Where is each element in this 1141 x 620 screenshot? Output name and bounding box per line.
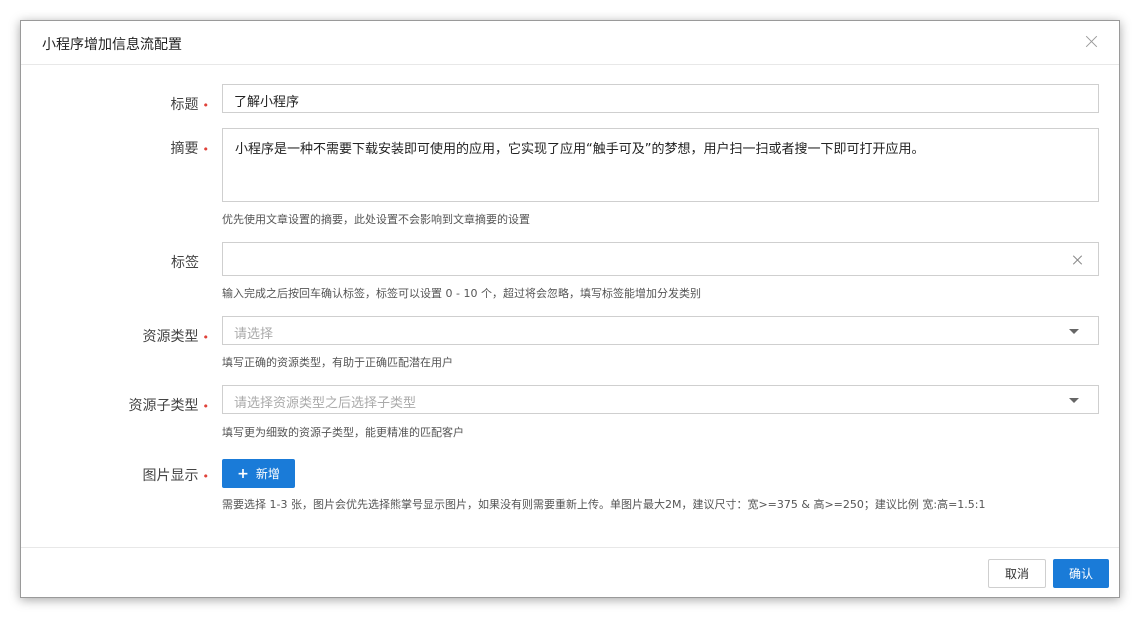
required-mark: •: [202, 98, 210, 112]
resource-subtype-hint: 填写更为细致的资源子类型，能更精准的匹配客户: [222, 426, 464, 439]
cancel-button[interactable]: 取消: [988, 559, 1046, 588]
caret-down-icon: [1069, 398, 1079, 403]
config-dialog: 小程序增加信息流配置 标题 • 了解小程序 摘要 • 小程序是一种不需要下载安装即可…: [20, 20, 1120, 598]
resource-type-select[interactable]: 请选择: [222, 316, 1099, 345]
required-mark: •: [202, 142, 210, 156]
dialog-title: 小程序增加信息流配置: [42, 37, 182, 53]
tags-input[interactable]: [222, 242, 1099, 276]
tags-label-row: 标签: [171, 252, 209, 272]
clear-icon[interactable]: [1072, 254, 1084, 266]
tags-label: 标签: [171, 255, 199, 271]
resource-subtype-label: 资源子类型: [128, 398, 199, 414]
resource-type-label-row: 资源类型 •: [143, 326, 210, 346]
title-input[interactable]: 了解小程序: [222, 84, 1099, 113]
summary-label: 摘要: [170, 141, 199, 157]
title-label-row: 标题 •: [171, 94, 210, 114]
caret-down-icon: [1069, 329, 1079, 334]
image-label-row: 图片显示 •: [143, 465, 210, 485]
resource-subtype-label-row: 资源子类型 •: [129, 395, 210, 415]
resource-subtype-select[interactable]: 请选择资源类型之后选择子类型: [222, 385, 1099, 414]
resource-subtype-placeholder: 请选择资源类型之后选择子类型: [234, 396, 417, 411]
summary-hint: 优先使用文章设置的摘要，此处设置不会影响到文章摘要的设置: [222, 213, 530, 226]
add-image-label: 新增: [255, 467, 280, 481]
required-mark: •: [202, 330, 210, 344]
required-mark: •: [202, 399, 210, 413]
required-mark: •: [202, 469, 210, 483]
image-hint: 需要选择 1-3 张，图片会优先选择熊掌号显示图片，如果没有则需要重新上传。单图…: [222, 498, 986, 511]
resource-type-label: 资源类型: [142, 329, 199, 345]
close-icon[interactable]: [1083, 33, 1101, 51]
summary-textarea-value: 小程序是一种不需要下载安装即可使用的应用，它实现了应用“触手可及”的梦想，用户扫…: [235, 142, 925, 157]
image-label: 图片显示: [142, 468, 199, 484]
dialog-footer: 取消 确认: [21, 547, 1119, 599]
plus-icon: +: [237, 465, 249, 482]
summary-textarea[interactable]: 小程序是一种不需要下载安装即可使用的应用，它实现了应用“触手可及”的梦想，用户扫…: [222, 128, 1099, 202]
add-image-button[interactable]: + 新增: [222, 459, 295, 488]
dialog-header: 小程序增加信息流配置: [21, 21, 1119, 65]
title-input-value: 了解小程序: [234, 95, 300, 110]
title-label: 标题: [170, 97, 199, 113]
summary-label-row: 摘要 •: [171, 138, 210, 158]
resource-type-hint: 填写正确的资源类型，有助于正确匹配潜在用户: [222, 356, 453, 369]
confirm-button[interactable]: 确认: [1053, 559, 1109, 588]
resource-type-placeholder: 请选择: [234, 327, 274, 342]
tags-hint: 输入完成之后按回车确认标签，标签可以设置 0 - 10 个，超过将会忽略，填写标…: [222, 287, 701, 300]
